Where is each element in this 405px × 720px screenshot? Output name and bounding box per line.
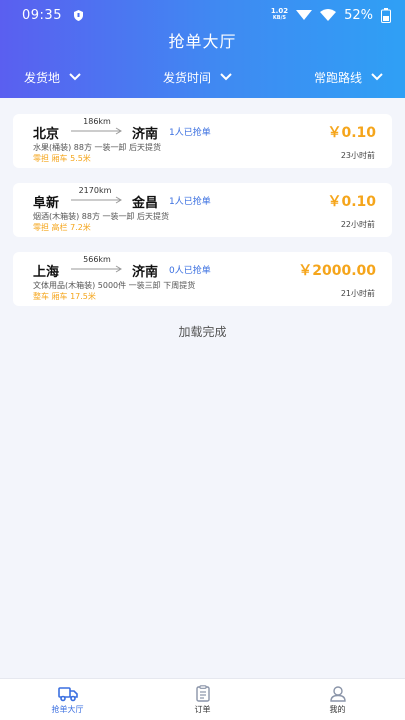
- network-speed: 1.02 KB/S: [271, 8, 288, 22]
- filter-routes-label: 常跑路线: [313, 70, 362, 85]
- distance: 2170km: [78, 186, 112, 195]
- grab-count: 0人已抢单: [169, 266, 211, 276]
- tab-mine[interactable]: 我的: [270, 679, 405, 720]
- order-card[interactable]: 北京 186km 济南 1人已抢单 ￥0.10 水果(桶装) 88方 一装一卸 …: [13, 114, 392, 168]
- filter-bar: 发货地 发货时间 常跑路线: [0, 66, 405, 88]
- net-speed-unit: KB/S: [272, 15, 287, 21]
- posted-time: 21小时前: [340, 289, 375, 298]
- net-speed-value: 1.02: [270, 7, 289, 15]
- chevron-down-icon: [371, 73, 383, 81]
- wifi-icon: [320, 9, 337, 21]
- status-time: 09:35: [22, 7, 62, 23]
- destination-city: 金昌: [132, 196, 159, 211]
- origin-city: 上海: [33, 265, 60, 280]
- signal-icon: [296, 10, 313, 20]
- filter-ship-time[interactable]: 发货时间: [163, 66, 232, 88]
- header: 09:35 1.02 KB/S 52% 抢单大厅 发货地 发货时间 常跑路线: [0, 0, 405, 98]
- filter-origin[interactable]: 发货地: [24, 66, 81, 88]
- filter-origin-label: 发货地: [24, 70, 61, 85]
- grab-count: 1人已抢单: [169, 128, 211, 138]
- route-arrow-icon: [71, 196, 122, 204]
- tab-grab-hall[interactable]: 抢单大厅: [0, 679, 135, 720]
- page-title: 抢单大厅: [168, 32, 237, 51]
- chevron-down-icon: [69, 73, 81, 81]
- chevron-down-icon: [220, 73, 232, 81]
- vehicle-info: 零担 高栏 7.2米: [33, 223, 91, 232]
- posted-time: 22小时前: [340, 220, 375, 229]
- order-card[interactable]: 上海 566km 济南 0人已抢单 ￥2000.00 文体用品(木箱装) 500…: [13, 252, 392, 306]
- price: ￥0.10: [327, 125, 376, 141]
- load-complete-text: 加载完成: [178, 325, 227, 339]
- battery-text: 52%: [344, 7, 373, 23]
- tab-mine-label: 我的: [329, 705, 346, 714]
- cargo-info: 烟酒(木箱装) 88方 一装一卸 后天提货: [33, 212, 170, 221]
- filter-ship-time-label: 发货时间: [162, 70, 211, 85]
- vehicle-info: 整车 厢车 17.5米: [33, 292, 96, 301]
- status-bar: 09:35 1.02 KB/S 52%: [0, 0, 405, 30]
- tab-orders-label: 订单: [194, 705, 211, 714]
- destination-city: 济南: [132, 127, 159, 142]
- order-list: 北京 186km 济南 1人已抢单 ￥0.10 水果(桶装) 88方 一装一卸 …: [13, 114, 392, 321]
- origin-city: 北京: [33, 127, 60, 142]
- bottom-tab-bar: 抢单大厅 订单 我的: [0, 678, 405, 720]
- filter-routes[interactable]: 常跑路线: [314, 66, 383, 88]
- distance: 566km: [83, 255, 111, 264]
- grab-count: 1人已抢单: [169, 197, 211, 207]
- vehicle-info: 零担 厢车 5.5米: [33, 154, 91, 163]
- posted-time: 23小时前: [340, 151, 375, 160]
- route-arrow-icon: [71, 127, 122, 135]
- battery-icon: [381, 7, 391, 23]
- order-card[interactable]: 阜新 2170km 金昌 1人已抢单 ￥0.10 烟酒(木箱装) 88方 一装一…: [13, 183, 392, 237]
- origin-city: 阜新: [33, 196, 60, 211]
- tab-orders[interactable]: 订单: [135, 679, 270, 720]
- cargo-info: 水果(桶装) 88方 一装一卸 后天提货: [33, 143, 162, 152]
- price: ￥0.10: [327, 194, 376, 210]
- distance: 186km: [83, 117, 111, 126]
- clipboard-icon: [195, 685, 210, 702]
- route-arrow-icon: [71, 265, 122, 273]
- price: ￥2000.00: [298, 263, 376, 279]
- shield-icon: [73, 9, 83, 21]
- status-right: 1.02 KB/S 52%: [271, 7, 391, 23]
- destination-city: 济南: [132, 265, 159, 280]
- cargo-info: 文体用品(木箱装) 5000件 一装三卸 下周提货: [33, 281, 196, 290]
- truck-icon: [57, 687, 78, 702]
- user-icon: [329, 686, 346, 702]
- tab-grab-hall-label: 抢单大厅: [51, 705, 84, 714]
